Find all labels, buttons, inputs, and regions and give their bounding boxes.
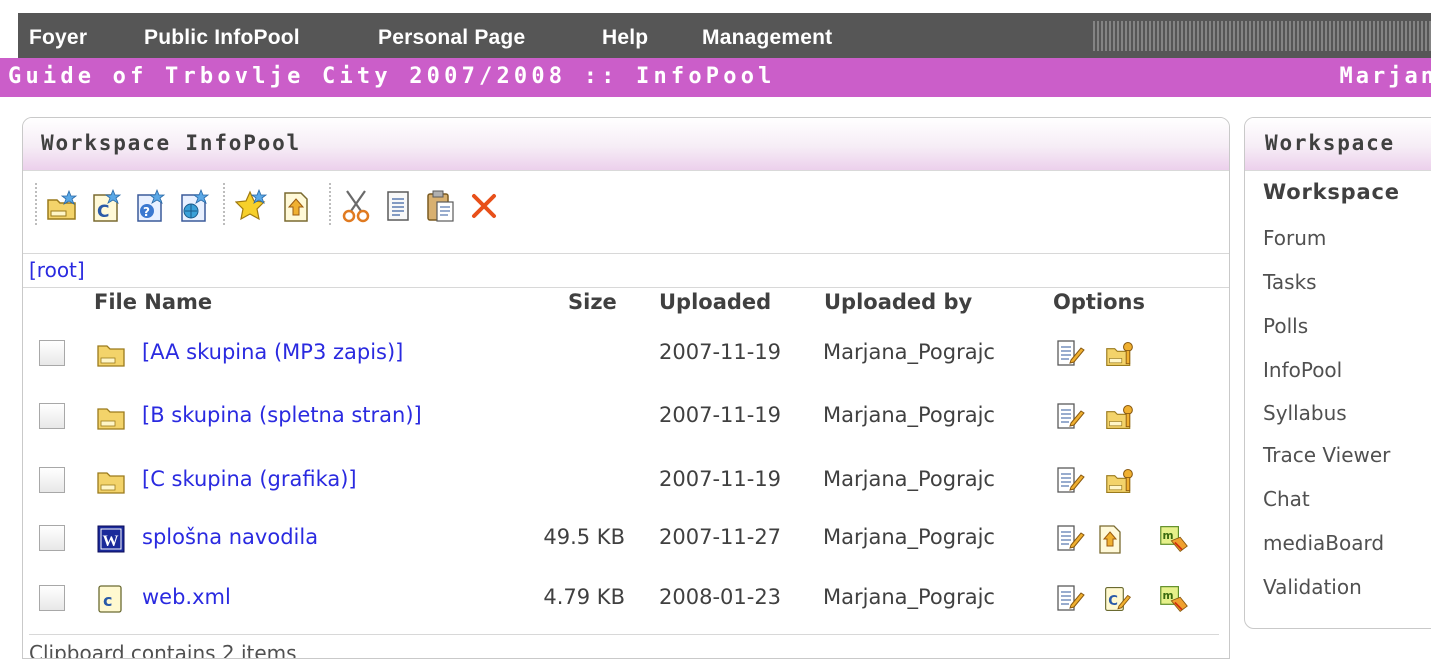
nav-personal-page[interactable]: Personal Page (378, 26, 525, 50)
sidebar-item-chat[interactable]: Chat (1263, 487, 1310, 511)
toolbar-separator (35, 183, 37, 227)
user-name: Marjan (1339, 64, 1431, 89)
new-c-file-icon[interactable]: C (89, 189, 123, 223)
row-checkbox[interactable] (39, 525, 65, 551)
decorative-stripes (1093, 21, 1431, 51)
sidebar-item-infopool[interactable]: InfoPool (1263, 358, 1342, 382)
folder-icon (97, 345, 125, 367)
cut-icon[interactable] (339, 189, 373, 223)
c-file-icon: c (98, 585, 122, 613)
sidebar-item-trace-viewer[interactable]: Trace Viewer (1263, 443, 1390, 467)
folder-permissions-icon[interactable] (1105, 338, 1135, 370)
uploaded-by: Marjana_Pograjc (823, 340, 995, 364)
column-header-size[interactable]: Size (568, 290, 617, 314)
sidebar-item-mediaboard[interactable]: mediaBoard (1263, 531, 1384, 555)
new-web-file-icon[interactable] (177, 189, 211, 223)
word-document-icon: W (97, 525, 125, 553)
course-title: Guide of Trbovlje City 2007/2008 :: Info… (8, 64, 776, 89)
nav-management[interactable]: Management (702, 26, 832, 50)
row-checkbox[interactable] (39, 340, 65, 366)
breadcrumb: [root] (23, 253, 1229, 288)
row-checkbox[interactable] (39, 403, 65, 429)
nav-help[interactable]: Help (602, 26, 648, 50)
file-size: 4.79 KB (543, 585, 625, 609)
uploaded-by: Marjana_Pograjc (823, 403, 995, 427)
nav-public-infopool[interactable]: Public InfoPool (144, 26, 300, 50)
upload-date: 2007-11-19 (659, 467, 782, 491)
replace-upload-icon[interactable] (1095, 523, 1125, 555)
sidebar-item-forum[interactable]: Forum (1263, 226, 1326, 250)
svg-text:?: ? (143, 205, 150, 219)
toolbar-separator (329, 183, 331, 227)
upload-date: 2007-11-19 (659, 340, 782, 364)
column-header-file-name[interactable]: File Name (94, 290, 212, 314)
sidebar-item-syllabus[interactable]: Syllabus (1263, 401, 1347, 425)
row-checkbox[interactable] (39, 467, 65, 493)
svg-text:C: C (1108, 594, 1118, 609)
file-size: 49.5 KB (543, 525, 625, 549)
moderate-icon[interactable]: m (1159, 523, 1189, 555)
panel-title: Workspace InfoPool (41, 131, 301, 155)
svg-text:W: W (103, 533, 119, 550)
file-toolbar: C ? (23, 171, 1229, 251)
edit-c-file-icon[interactable]: C (1103, 583, 1133, 615)
svg-text:c: c (103, 591, 112, 610)
copy-icon[interactable] (381, 189, 415, 223)
upload-date: 2008-01-23 (659, 585, 782, 609)
column-header-uploaded-by[interactable]: Uploaded by (824, 290, 972, 314)
edit-properties-icon[interactable] (1055, 465, 1085, 497)
table-row: [C skupina (grafika)] 2007-11-19 Marjana… (23, 467, 1229, 525)
folder-icon (97, 408, 125, 430)
edit-properties-icon[interactable] (1055, 523, 1085, 555)
column-header-options: Options (1053, 290, 1145, 314)
delete-icon[interactable] (467, 189, 501, 223)
nav-foyer[interactable]: Foyer (29, 26, 87, 50)
sidebar-item-tasks[interactable]: Tasks (1263, 270, 1317, 294)
sidebar-item-validation[interactable]: Validation (1263, 575, 1362, 599)
new-folder-icon[interactable] (45, 189, 79, 223)
edit-properties-icon[interactable] (1055, 338, 1085, 370)
edit-properties-icon[interactable] (1055, 401, 1085, 433)
upload-date: 2007-11-27 (659, 525, 782, 549)
toolbar-separator (223, 183, 225, 227)
workspace-sidebar: Workspace Workspace Forum Tasks Polls In… (1244, 117, 1431, 629)
table-row: [B skupina (spletna stran)] 2007-11-19 M… (23, 403, 1229, 461)
file-name-link[interactable]: [C skupina (grafika)] (142, 467, 357, 491)
uploaded-by: Marjana_Pograjc (823, 525, 995, 549)
table-row: W splošna navodila 49.5 KB 2007-11-27 Ma… (23, 525, 1229, 583)
folder-icon (97, 472, 125, 494)
upload-date: 2007-11-19 (659, 403, 782, 427)
workspace-infopool-panel: Workspace InfoPool C ? [root] File Name … (22, 117, 1230, 659)
sidebar-item-polls[interactable]: Polls (1263, 314, 1308, 338)
new-help-file-icon[interactable]: ? (133, 189, 167, 223)
favorite-star-icon[interactable] (235, 189, 269, 223)
sidebar-subheading: Workspace (1263, 180, 1400, 204)
panel-title-bar: Workspace InfoPool (23, 118, 1229, 171)
moderate-icon[interactable]: m (1159, 583, 1189, 615)
uploaded-by: Marjana_Pograjc (823, 585, 995, 609)
course-header-band: Guide of Trbovlje City 2007/2008 :: Info… (0, 58, 1431, 97)
top-navigation-bar: Foyer Public InfoPool Personal Page Help… (18, 13, 1431, 58)
folder-permissions-icon[interactable] (1105, 465, 1135, 497)
file-name-link[interactable]: web.xml (142, 585, 231, 609)
file-name-link[interactable]: splošna navodila (142, 525, 318, 549)
sidebar-title: Workspace (1265, 131, 1395, 155)
paste-icon[interactable] (423, 189, 457, 223)
row-checkbox[interactable] (39, 585, 65, 611)
column-header-uploaded[interactable]: Uploaded (659, 290, 771, 314)
table-row: [AA skupina (MP3 zapis)] 2007-11-19 Marj… (23, 340, 1229, 398)
file-name-link[interactable]: [B skupina (spletna stran)] (142, 403, 422, 427)
svg-text:C: C (97, 202, 109, 222)
folder-permissions-icon[interactable] (1105, 401, 1135, 433)
breadcrumb-root-link[interactable]: [root] (29, 258, 85, 282)
uploaded-by: Marjana_Pograjc (823, 467, 995, 491)
file-name-link[interactable]: [AA skupina (MP3 zapis)] (142, 340, 403, 364)
sidebar-title-bar: Workspace (1245, 118, 1431, 171)
upload-icon[interactable] (279, 189, 313, 223)
edit-properties-icon[interactable] (1055, 583, 1085, 615)
